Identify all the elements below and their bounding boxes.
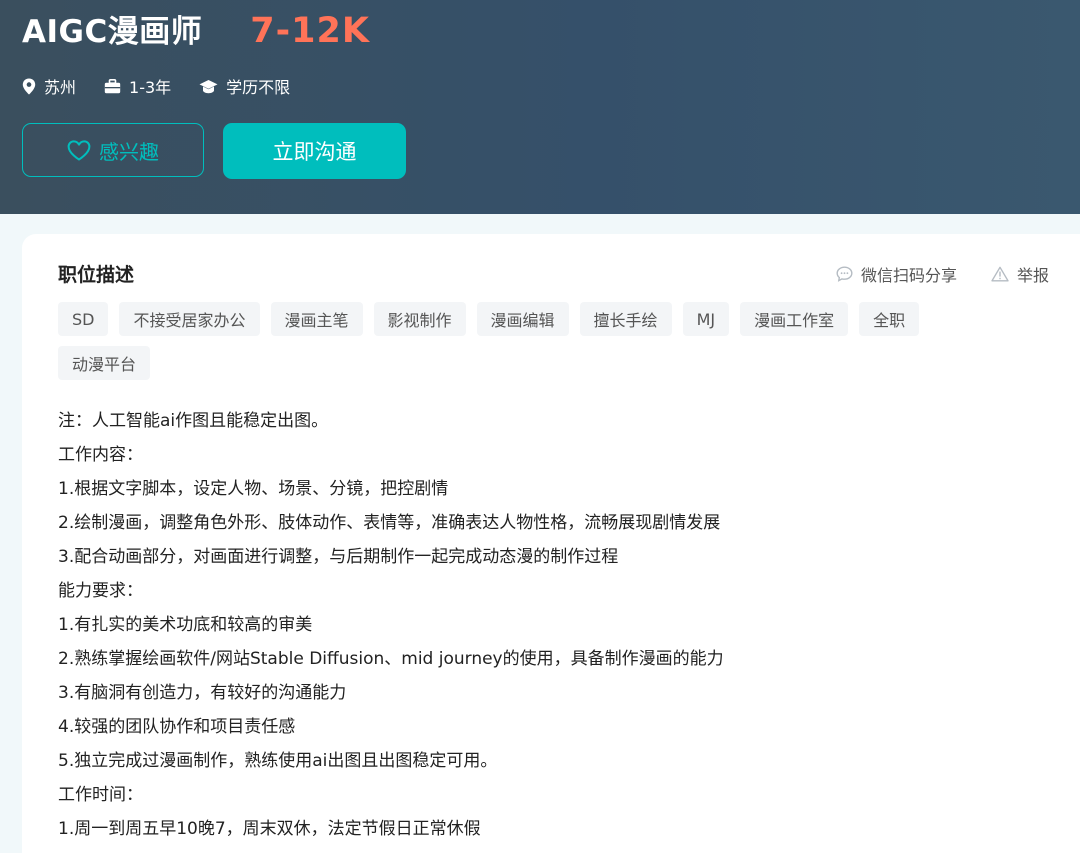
description-line: 4.较强的团队协作和项目责任感 [58,717,296,737]
report-button[interactable]: 举报 [991,262,1049,286]
job-tag: 擅长手绘 [579,302,672,336]
experience-text: 1-3年 [129,78,172,97]
card-actions: 微信扫码分享 举报 [836,262,1049,286]
education: 学历不限 [199,74,290,98]
job-header: AIGC漫画师 7-12K 苏州 1-3年 学历不限 感兴趣 立即沟通 [0,0,1080,214]
description-line: 工作内容： [58,445,143,465]
graduation-cap-icon [199,79,218,93]
title-row: AIGC漫画师 7-12K [22,6,370,51]
report-label: 举报 [1017,266,1050,285]
description-line: 2.熟练掌握绘画软件/网站Stable Diffusion、mid journe… [58,649,724,669]
job-meta: 苏州 1-3年 学历不限 [22,74,318,98]
chat-bubble-icon [836,266,853,282]
description-line: 能力要求： [58,581,143,601]
description-line: 1.周一到周五早10晚7，周末双休，法定节假日正常休假 [58,819,481,839]
job-tags: SD 不接受居家办公 漫画主笔 影视制作 漫画编辑 擅长手绘 MJ 漫画工作室 … [58,302,998,390]
job-description-text: 注：人工智能ai作图且能稳定出图。 工作内容： 1.根据文字脚本，设定人物、场景… [58,404,724,846]
heart-icon [67,139,91,160]
description-line: 1.有扎实的美术功底和较高的审美 [58,615,313,635]
chat-now-label: 立即沟通 [272,140,357,164]
wechat-share-button[interactable]: 微信扫码分享 [836,262,957,286]
interest-label: 感兴趣 [99,139,159,164]
job-title: AIGC漫画师 [22,14,203,50]
salary: 7-12K [250,11,370,51]
location-pin-icon [22,78,36,94]
warning-icon [991,266,1009,282]
job-tag: 漫画编辑 [476,302,569,336]
description-line: 注：人工智能ai作图且能稳定出图。 [58,411,329,431]
description-line: 工作时间： [58,785,143,805]
briefcase-icon [104,78,121,93]
description-line: 3.有脑洞有创造力，有较好的沟通能力 [58,683,347,703]
location-text: 苏州 [44,78,77,97]
action-buttons: 感兴趣 立即沟通 [22,123,406,179]
location: 苏州 [22,74,76,98]
job-tag: 动漫平台 [58,346,151,380]
description-line: 3.配合动画部分，对画面进行调整，与后期制作一起完成动态漫的制作过程 [58,547,619,567]
job-tag: 漫画工作室 [740,302,849,336]
experience: 1-3年 [104,74,171,98]
description-line: 5.独立完成过漫画制作，熟练使用ai出图且出图稳定可用。 [58,751,498,771]
job-tag: MJ [682,302,730,336]
description-line: 2.绘制漫画，调整角色外形、肢体动作、表情等，准确表达人物性格，流畅展现剧情发展 [58,513,721,533]
education-text: 学历不限 [226,78,291,97]
chat-now-button[interactable]: 立即沟通 [223,123,406,179]
job-tag: 漫画主笔 [270,302,363,336]
description-line: 1.根据文字脚本，设定人物、场景、分镜，把控剧情 [58,479,449,499]
share-label: 微信扫码分享 [861,266,958,285]
interest-button[interactable]: 感兴趣 [22,123,204,177]
section-title: 职位描述 [58,264,135,286]
job-tag: 全职 [859,302,920,336]
job-description-card: 职位描述 微信扫码分享 举报 SD 不接受居家办公 漫画主笔 影视制作 漫画编辑… [22,234,1080,853]
job-tag: SD [58,302,109,336]
job-tag: 影视制作 [373,302,466,336]
job-tag: 不接受居家办公 [119,302,260,336]
